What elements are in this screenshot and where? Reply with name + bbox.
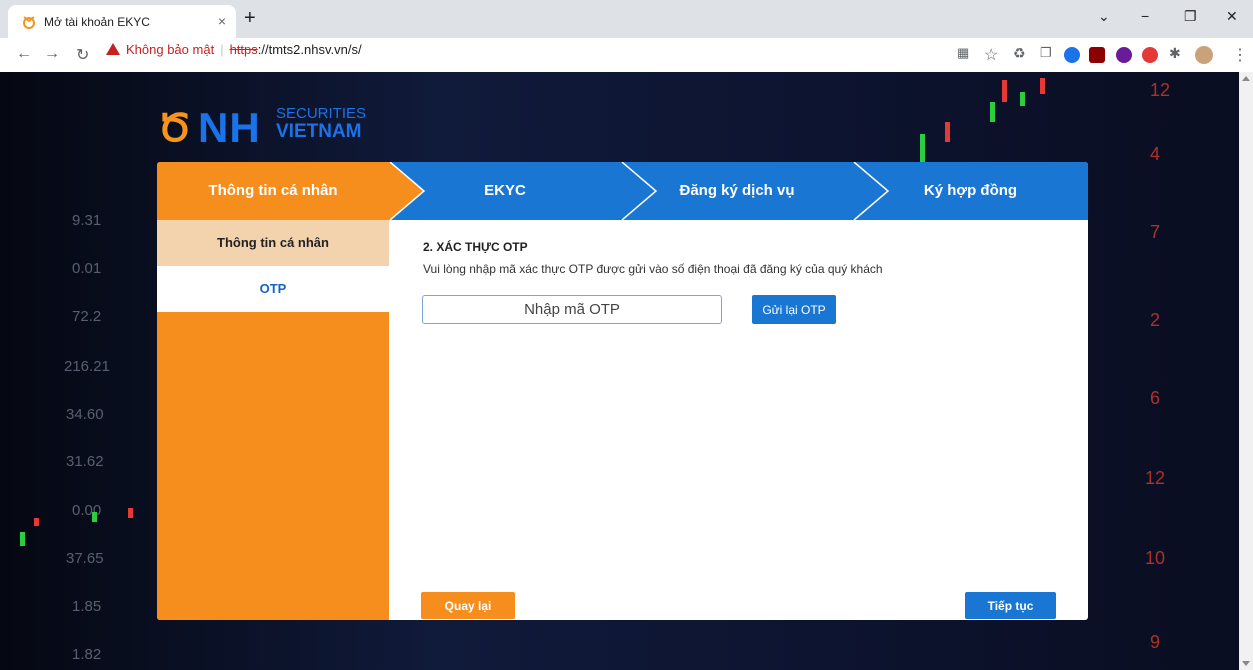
sidebar: Thông tin cá nhân OTP: [157, 220, 389, 620]
bg-red-number: 12: [1145, 468, 1166, 488]
browser-toolbar: ← → ↻ Không bảo mật | https://tmts2.nhsv.v…: [0, 38, 1253, 73]
restore-button[interactable]: ❐: [1184, 8, 1197, 25]
bg-red-number: 10: [1145, 548, 1166, 568]
adblock-extension-icon[interactable]: [1142, 47, 1158, 63]
browser-menu-icon[interactable]: ⋮: [1232, 45, 1248, 65]
profile-avatar[interactable]: [1195, 46, 1213, 64]
bg-red-number: 7: [1150, 222, 1161, 242]
bg-red-number: 4: [1150, 144, 1161, 164]
page-background: 9.31 0.01 72.2 216.21 34.60 31.62 0.00 3…: [0, 72, 1253, 670]
url-scheme: https: [229, 42, 258, 57]
scroll-up-icon[interactable]: [1242, 76, 1250, 81]
logo-vietnam-text: VIETNAM: [276, 121, 362, 142]
bg-red-number: 6: [1150, 388, 1161, 408]
candle-decoration: [945, 122, 950, 142]
section-heading: 2. XÁC THỰC OTP: [423, 240, 528, 254]
page-scrollbar[interactable]: [1239, 72, 1253, 670]
bg-number: 216.21: [64, 358, 110, 375]
sidebar-item-otp[interactable]: OTP: [157, 266, 389, 312]
chevron-right-icon: [621, 162, 658, 220]
reload-icon[interactable]: ↻: [76, 45, 89, 65]
new-tab-button[interactable]: +: [244, 7, 256, 30]
otp-form: 2. XÁC THỰC OTP Vui lòng nhập mã xác thự…: [389, 220, 1088, 620]
recycle-extension-icon[interactable]: ♻: [1013, 45, 1026, 62]
scroll-down-icon[interactable]: [1242, 661, 1250, 666]
candle-decoration: [1020, 92, 1025, 106]
progress-steps: Thông tin cá nhân EKYC Đăng ký dịch vụ K…: [157, 162, 1088, 220]
bg-number: 31.62: [66, 453, 104, 470]
continue-button[interactable]: Tiếp tục: [965, 592, 1056, 619]
ublock-extension-icon[interactable]: [1089, 47, 1105, 63]
tab-close-icon[interactable]: ×: [218, 13, 226, 29]
candle-decoration: [128, 508, 133, 518]
resend-otp-button[interactable]: Gửi lại OTP: [752, 295, 836, 324]
tab-search-icon[interactable]: ⌄: [1098, 8, 1110, 25]
chevron-right-icon: [389, 162, 426, 220]
tab-title: Mở tài khoản EKYC: [44, 15, 150, 29]
bg-number: 72.2: [72, 308, 102, 325]
logo-mark: Ծ: [158, 108, 191, 150]
bg-red-number: 9: [1150, 632, 1161, 652]
candle-decoration: [1040, 78, 1045, 94]
bg-red-number: 12: [1150, 80, 1171, 100]
bookmark-star-icon[interactable]: ☆: [984, 45, 998, 65]
logo-nh-text: NH: [198, 104, 261, 151]
security-label[interactable]: Không bảo mật: [126, 42, 214, 57]
copy-extension-icon[interactable]: ❐: [1040, 45, 1052, 61]
ud-extension-icon[interactable]: [1116, 47, 1132, 63]
back-arrow-icon[interactable]: ←: [16, 45, 32, 63]
ekyc-card: Thông tin cá nhân EKYC Đăng ký dịch vụ K…: [157, 162, 1088, 620]
browser-tab[interactable]: Mở tài khoản EKYC ×: [8, 5, 236, 38]
candle-decoration: [92, 512, 97, 522]
candle-decoration: [920, 134, 925, 162]
minimize-button[interactable]: −: [1141, 8, 1149, 24]
candle-decoration: [20, 532, 25, 546]
sidebar-item-personal-info[interactable]: Thông tin cá nhân: [157, 220, 389, 266]
instruction-text: Vui lòng nhập mã xác thực OTP được gửi v…: [423, 262, 883, 276]
step-personal-info: Thông tin cá nhân: [157, 162, 389, 220]
qr-code-icon[interactable]: ▦: [957, 45, 969, 61]
bg-number: 37.65: [66, 550, 104, 567]
candle-decoration: [990, 102, 995, 122]
logo-securities-text: SECURITIES: [276, 105, 367, 122]
bg-red-number: 2: [1150, 310, 1161, 330]
back-button[interactable]: Quay lại: [421, 592, 515, 619]
close-window-button[interactable]: ✕: [1226, 8, 1238, 25]
forward-arrow-icon[interactable]: →: [44, 45, 60, 63]
candle-decoration: [1002, 80, 1007, 102]
candle-decoration: [34, 518, 39, 526]
warning-icon: [106, 43, 120, 55]
url-text: ://tmts2.nhsv.vn/s/: [257, 42, 362, 57]
chat-extension-icon[interactable]: [1064, 47, 1080, 63]
otp-input[interactable]: [422, 295, 722, 324]
address-bar[interactable]: Không bảo mật | https://tmts2.nhsv.vn/s/: [106, 42, 362, 57]
bg-number: 1.82: [72, 646, 102, 663]
bg-number: 0.01: [72, 260, 102, 277]
bg-number: 9.31: [72, 212, 102, 229]
nhsv-favicon-icon: [23, 16, 35, 29]
bg-number: 34.60: [66, 406, 104, 423]
extensions-puzzle-icon[interactable]: ✱: [1169, 45, 1181, 62]
bg-number: 1.85: [72, 598, 102, 615]
chevron-right-icon: [853, 162, 890, 220]
browser-tab-bar: Mở tài khoản EKYC × + ⌄ − ❐ ✕: [0, 0, 1253, 38]
